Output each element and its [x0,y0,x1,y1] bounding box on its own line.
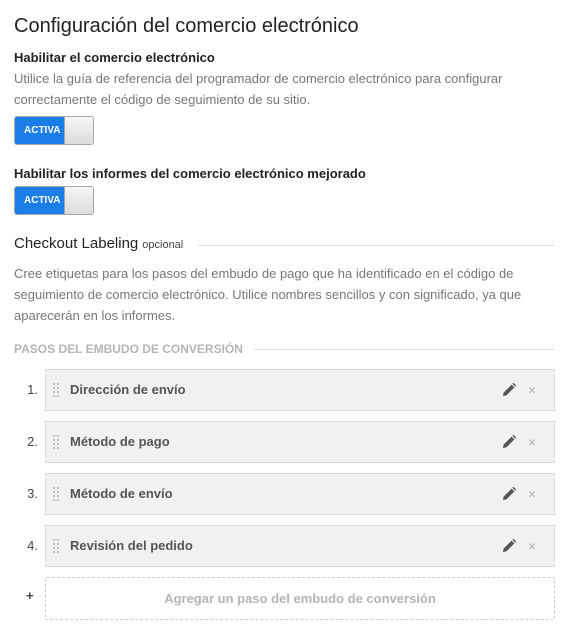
divider [254,349,555,350]
step-number: 2. [27,434,38,449]
plus-icon[interactable]: + [26,588,34,603]
divider [198,245,555,246]
step-number: 3. [27,486,38,501]
page-title: Configuración del comercio electrónico [14,15,359,37]
toggle-knob [64,117,93,144]
funnel-step-row[interactable]: Dirección de envío × [45,369,555,411]
step-label: Dirección de envío [70,382,186,397]
add-funnel-step-button[interactable]: Agregar un paso del embudo de conversión [45,577,555,620]
drag-handle-icon[interactable] [53,539,59,553]
drag-handle-icon[interactable] [53,487,59,501]
ecommerce-label: Habilitar el comercio electrónico [14,50,215,65]
enhanced-toggle-label: ACTIVA [15,187,64,214]
pencil-icon[interactable] [501,538,517,554]
enhanced-ecommerce-toggle[interactable]: ACTIVA [14,186,94,215]
step-number: 4. [27,538,38,553]
checkout-title-text: Checkout Labeling [14,235,139,252]
step-label: Método de envío [70,486,173,501]
funnel-step-row[interactable]: Método de envío × [45,473,555,515]
checkout-labeling-title: Checkout Labeling opcional [14,235,183,252]
funnel-steps-heading: PASOS DEL EMBUDO DE CONVERSIÓN [14,342,243,356]
step-label: Método de pago [70,434,170,449]
step-label: Revisión del pedido [70,538,193,553]
close-icon[interactable]: × [526,485,538,503]
funnel-step-row[interactable]: Revisión del pedido × [45,525,555,567]
toggle-knob [64,187,93,214]
close-icon[interactable]: × [526,537,538,555]
drag-handle-icon[interactable] [53,435,59,449]
enhanced-ecommerce-label: Habilitar los informes del comercio elec… [14,166,366,181]
pencil-icon[interactable] [501,382,517,398]
step-number: 1. [27,382,38,397]
close-icon[interactable]: × [526,433,538,451]
pencil-icon[interactable] [501,434,517,450]
ecommerce-toggle[interactable]: ACTIVA [14,116,94,145]
ecommerce-help-text: Utilice la guía de referencia del progra… [14,71,503,107]
optional-tag: opcional [142,239,184,251]
funnel-step-row[interactable]: Método de pago × [45,421,555,463]
drag-handle-icon[interactable] [53,383,59,397]
ecommerce-toggle-label: ACTIVA [15,117,64,144]
pencil-icon[interactable] [501,486,517,502]
checkout-help-text: Cree etiquetas para los pasos del embudo… [14,266,522,323]
close-icon[interactable]: × [526,381,538,399]
